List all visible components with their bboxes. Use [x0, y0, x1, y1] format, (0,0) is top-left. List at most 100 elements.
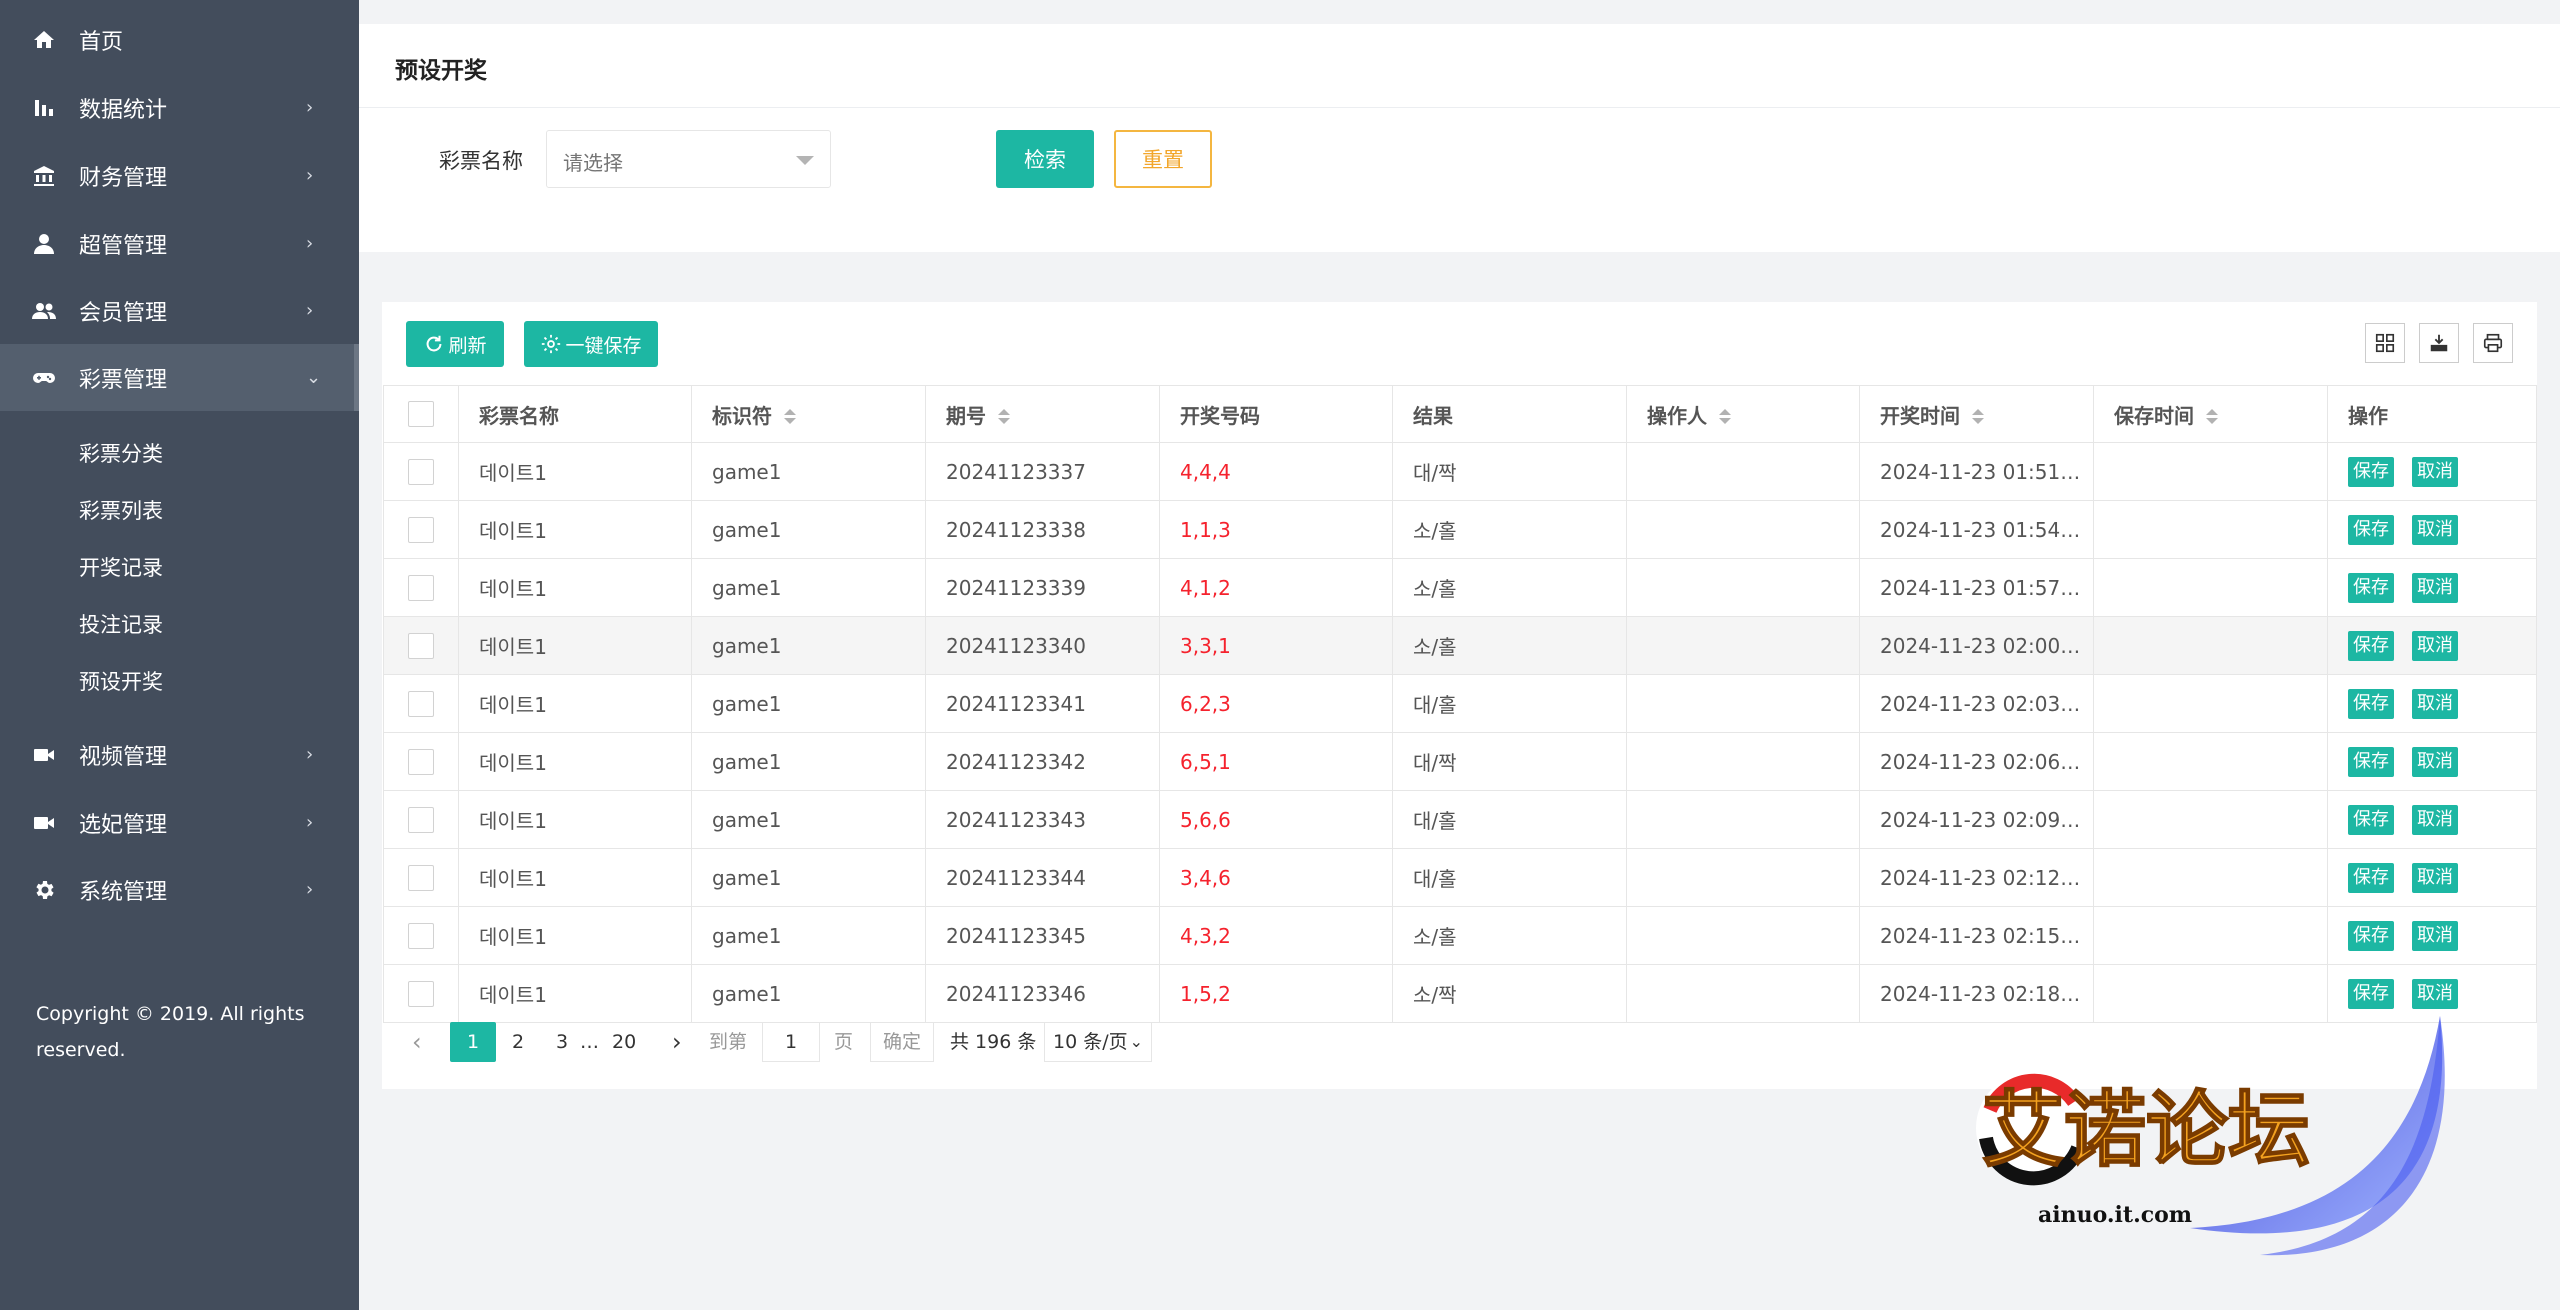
row-save-button[interactable]: 保存 [2348, 514, 2394, 545]
row-save-button[interactable]: 保存 [2348, 688, 2394, 719]
column-header[interactable]: 期号 [925, 385, 1160, 443]
operator-cell [1626, 964, 1860, 1023]
search-button[interactable]: 检索 [996, 130, 1094, 188]
row-checkbox[interactable] [408, 922, 434, 949]
nav-item-statistics[interactable]: 数据统计 › [0, 74, 359, 141]
page-size-select[interactable]: 10 条/页 ⌄ [1044, 1022, 1152, 1062]
row-checkbox[interactable] [408, 690, 434, 717]
draw-numbers-cell: 4,3,2 [1159, 906, 1393, 965]
nav-item-finance[interactable]: 财务管理 › [0, 142, 359, 209]
select-all-checkbox[interactable] [408, 401, 434, 428]
lottery-name-select[interactable]: 请选择 [546, 130, 831, 188]
subnav-lottery-list[interactable]: 彩票列表 [79, 495, 163, 525]
row-cancel-button[interactable]: 取消 [2412, 688, 2458, 719]
column-header-label: 开奖号码 [1180, 403, 1260, 428]
result-cell: 대/짝 [1392, 732, 1627, 791]
goto-page-input[interactable]: 1 [762, 1022, 820, 1062]
issue-number-cell: 20241123343 [925, 790, 1160, 849]
issue-number-cell: 20241123337 [925, 442, 1160, 501]
nav-label: 会员管理 [79, 300, 168, 326]
goto-confirm-button[interactable]: 确定 [870, 1022, 934, 1062]
draw-numbers-cell: 6,2,3 [1159, 674, 1393, 733]
row-cancel-button[interactable]: 取消 [2412, 862, 2458, 893]
row-checkbox[interactable] [408, 980, 434, 1007]
row-save-button[interactable]: 保存 [2348, 456, 2394, 487]
row-checkbox[interactable] [408, 864, 434, 891]
actions-cell: 保存 取消 [2327, 848, 2537, 907]
nav-label: 彩票管理 [79, 367, 168, 393]
identifier-cell: game1 [691, 442, 926, 501]
row-save-button[interactable]: 保存 [2348, 920, 2394, 951]
row-checkbox[interactable] [408, 806, 434, 833]
nav-item-concubine[interactable]: 选妃管理 › [0, 789, 359, 856]
actions-cell: 保存 取消 [2327, 790, 2537, 849]
table-row: 데이트1 game1 20241123341 6,2,3 대/홀 2024-11-23 0… [383, 674, 2537, 733]
prev-page-icon[interactable]: ‹ [412, 1020, 422, 1064]
nav-item-admin[interactable]: 超管管理 › [0, 210, 359, 277]
lottery-name-cell: 데이트1 [458, 848, 692, 907]
subnav-preset-draw[interactable]: 预设开奖 [79, 666, 163, 696]
issue-number-cell: 20241123339 [925, 558, 1160, 617]
row-checkbox[interactable] [408, 574, 434, 601]
subnav-draw-records[interactable]: 开奖记录 [79, 552, 163, 582]
preset-draw-table: 彩票名称 标识符 期号 开奖号码 结果 操作人 开奖时间 保存时间 操作 데이트… [383, 385, 2537, 1023]
next-page-icon[interactable]: › [672, 1020, 682, 1064]
save-time-cell [2093, 848, 2328, 907]
column-header[interactable]: 保存时间 [2093, 385, 2328, 443]
subnav-lottery-category[interactable]: 彩票分类 [79, 438, 163, 468]
nav-label: 系统管理 [79, 879, 168, 905]
sort-icon[interactable] [2206, 408, 2218, 426]
row-cancel-button[interactable]: 取消 [2412, 630, 2458, 661]
row-cancel-button[interactable]: 取消 [2412, 920, 2458, 951]
nav-item-members[interactable]: 会员管理 › [0, 277, 359, 344]
column-header: 开奖号码 [1159, 385, 1393, 443]
row-save-button[interactable]: 保存 [2348, 572, 2394, 603]
identifier-cell: game1 [691, 848, 926, 907]
row-cancel-button[interactable]: 取消 [2412, 978, 2458, 1009]
identifier-cell: game1 [691, 964, 926, 1023]
column-header[interactable]: 开奖时间 [1859, 385, 2094, 443]
row-checkbox[interactable] [408, 748, 434, 775]
row-cancel-button[interactable]: 取消 [2412, 572, 2458, 603]
reset-button[interactable]: 重置 [1114, 130, 1212, 188]
sort-icon[interactable] [784, 408, 796, 426]
subnav-bet-records[interactable]: 投注记录 [79, 609, 163, 639]
gear-icon [542, 334, 561, 354]
page-2-button[interactable]: 2 [512, 1020, 524, 1064]
row-cancel-button[interactable]: 取消 [2412, 514, 2458, 545]
sort-icon[interactable] [1719, 408, 1731, 426]
row-save-button[interactable]: 保存 [2348, 862, 2394, 893]
page-3-button[interactable]: 3 [556, 1020, 568, 1064]
row-save-button[interactable]: 保存 [2348, 978, 2394, 1009]
refresh-button[interactable]: 刷新 [406, 321, 504, 367]
row-cancel-button[interactable]: 取消 [2412, 804, 2458, 835]
row-save-button[interactable]: 保存 [2348, 804, 2394, 835]
row-checkbox[interactable] [408, 458, 434, 485]
identifier-cell: game1 [691, 790, 926, 849]
caret-down-icon [796, 156, 814, 165]
row-cancel-button[interactable]: 取消 [2412, 746, 2458, 777]
sort-icon[interactable] [998, 408, 1010, 426]
print-button[interactable] [2473, 323, 2513, 363]
row-save-button[interactable]: 保存 [2348, 630, 2394, 661]
nav-item-home[interactable]: 首页 [0, 6, 359, 73]
sort-icon[interactable] [1972, 408, 1984, 426]
row-checkbox[interactable] [408, 632, 434, 659]
save-time-cell [2093, 732, 2328, 791]
save-all-button[interactable]: 一键保存 [524, 321, 658, 367]
page-20-button[interactable]: 20 [612, 1020, 636, 1064]
row-checkbox[interactable] [408, 516, 434, 543]
column-header[interactable]: 标识符 [691, 385, 926, 443]
nav-item-lottery[interactable]: 彩票管理 ⌄ [0, 344, 359, 411]
row-cancel-button[interactable]: 取消 [2412, 456, 2458, 487]
bar-chart-icon [30, 94, 58, 122]
row-save-button[interactable]: 保存 [2348, 746, 2394, 777]
columns-filter-button[interactable] [2365, 323, 2405, 363]
table-row: 데이트1 game1 20241123342 6,5,1 대/짝 2024-11-23 0… [383, 732, 2537, 791]
page-1-button[interactable]: 1 [450, 1022, 496, 1062]
nav-item-video[interactable]: 视频管理 › [0, 721, 359, 788]
chevron-right-icon: › [306, 233, 314, 254]
export-button[interactable] [2419, 323, 2459, 363]
column-header[interactable]: 操作人 [1626, 385, 1860, 443]
nav-item-system[interactable]: 系统管理 › [0, 856, 359, 923]
